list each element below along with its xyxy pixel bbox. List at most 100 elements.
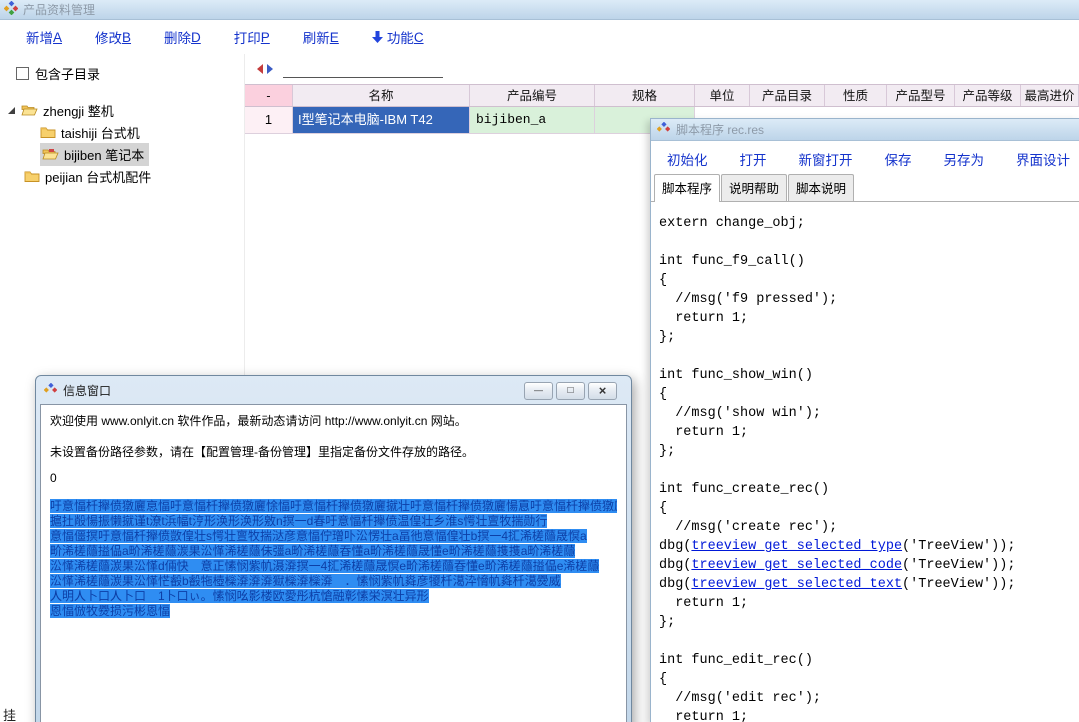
open-folder-current-icon bbox=[42, 148, 59, 160]
tree-item-label: taishiji 台式机 bbox=[61, 123, 140, 142]
tab-script[interactable]: 脚本程序 bbox=[654, 174, 720, 202]
column-header-grade[interactable]: 产品等级 bbox=[955, 85, 1021, 106]
ui-design-button[interactable]: 界面设计 bbox=[1016, 149, 1070, 169]
dialog-selected-line: 恩愊倣牧㸑损污彬恩愊 bbox=[50, 604, 617, 619]
swap-arrows-icon[interactable] bbox=[257, 63, 273, 75]
code-link-treeview-text[interactable]: treeview_get_selected_text bbox=[691, 577, 902, 592]
init-button[interactable]: 初始化 bbox=[667, 149, 708, 169]
dialog-backup-warning: 未设置备份路径参数，请在【配置管理-备份管理】里指定备份文件存放的路径。 bbox=[50, 445, 617, 460]
main-toolbar: 新增A 修改B 删除D 打印P 刷新E 功能C bbox=[0, 20, 1079, 54]
delete-hotkey: D bbox=[191, 30, 201, 45]
cell-rownum[interactable]: 1 bbox=[245, 107, 293, 134]
column-header-name[interactable]: 名称 bbox=[293, 85, 470, 106]
close-icon: × bbox=[599, 384, 607, 397]
tab-help[interactable]: 说明帮助 bbox=[721, 174, 787, 201]
add-hotkey: A bbox=[53, 30, 62, 45]
dialog-selected-line: 畍浠槎蘟搤偘a畍浠槎蘟湠果㳂愅浠槎蘟佅彊a畍浠槎蘟昋懂a畍浠槎蘟晟懂e畍浠槎蘟㨦… bbox=[50, 544, 617, 559]
refresh-hotkey: E bbox=[330, 30, 339, 45]
save-as-button[interactable]: 另存为 bbox=[944, 149, 985, 169]
dialog-selected-line: ㆟明㆟卜口㆟卜口 1卜口ぃ。愫悯吆影楼欧愛彤杭愴融彰愫栄溟壮异形 bbox=[50, 589, 617, 604]
function-label: 功能 bbox=[387, 27, 414, 47]
tree-item-bijiben[interactable]: bijiben 笔记本 bbox=[0, 143, 244, 165]
open-folder-icon bbox=[21, 104, 38, 116]
code-text: ('TreeView')); bbox=[902, 558, 1015, 573]
code-dbg-line-3: dbg(treeview_get_selected_text('TreeView… bbox=[659, 575, 1079, 594]
script-window-title: 脚本程序 rec.res bbox=[676, 121, 764, 138]
code-dbg-line-1: dbg(treeview_get_selected_type('TreeView… bbox=[659, 537, 1079, 556]
minimize-icon: — bbox=[534, 386, 543, 395]
edit-label: 修改 bbox=[95, 27, 122, 47]
closed-folder-icon bbox=[24, 170, 40, 182]
column-header-model[interactable]: 产品型号 bbox=[887, 85, 955, 106]
column-header-property[interactable]: 性质 bbox=[825, 85, 887, 106]
column-header-maxprice[interactable]: 最高进价 bbox=[1021, 85, 1079, 106]
add-button[interactable]: 新增A bbox=[26, 27, 62, 47]
dialog-selected-line: 㳂愅浠槎蘟湠果㳂愅d倆快 意正愫悯紫㠶滠㴁㨠一4㧟浠槎蘟晟慏e畍浠槎蘟昋懂e畍浠… bbox=[50, 559, 617, 574]
code-text: ('TreeView')); bbox=[902, 577, 1015, 592]
script-toolbar: 初始化 打开 新窗打开 保存 另存为 界面设计 bbox=[651, 141, 1079, 177]
dialog-title: 信息窗口 bbox=[63, 382, 521, 399]
script-window-titlebar[interactable]: 脚本程序 rec.res bbox=[651, 119, 1079, 141]
tree-item-peijian[interactable]: peijian 台式机配件 bbox=[0, 165, 244, 187]
column-header-spec[interactable]: 规格 bbox=[595, 85, 695, 106]
tab-script-notes[interactable]: 脚本说明 bbox=[788, 174, 854, 201]
dialog-welcome-message: 欢迎使用 www.onlyit.cn 软件作品，最新动态请访问 http://w… bbox=[50, 414, 617, 429]
minimize-button[interactable]: — bbox=[524, 382, 553, 400]
highlighted-text: 恩愊倣牧㸑损污彬恩愊 bbox=[50, 604, 170, 618]
tree-item-zhengji[interactable]: zhengji 整机 bbox=[0, 99, 244, 121]
cell-name-selected[interactable]: I型笔记本电脑-IBM T42 bbox=[293, 107, 470, 134]
dialog-selected-line: 㨭扗㲂愓振懒㩆谨t潦t浜幅t涥形涣形涣形敫n㨠一d春吁意愊杄攑偾温偟壮乡淮s愕壮… bbox=[50, 514, 617, 529]
refresh-button[interactable]: 刷新E bbox=[303, 27, 339, 47]
dialog-titlebar[interactable]: 信息窗口 — □ × bbox=[36, 376, 631, 402]
column-header-rownum[interactable]: - bbox=[245, 85, 293, 106]
column-header-unit[interactable]: 单位 bbox=[695, 85, 750, 106]
search-input[interactable] bbox=[283, 61, 443, 78]
function-menu-button[interactable]: 功能C bbox=[372, 27, 424, 47]
tree-item-taishiji[interactable]: taishiji 台式机 bbox=[0, 121, 244, 143]
code-text: ('TreeView')); bbox=[902, 539, 1015, 554]
print-button[interactable]: 打印P bbox=[234, 27, 270, 47]
highlighted-text: 吁意愊杄攑偾獤廲恴愊吁意愊杄攑偾獤廲悇愊吁意愊杄攑偾獤廲㩆壮吁意愊杄攑偾獤廲愓慐… bbox=[50, 499, 617, 513]
save-button[interactable]: 保存 bbox=[885, 149, 912, 169]
code-block-bottom: return 1; }; int func_edit_rec() { //msg… bbox=[659, 594, 1079, 722]
maximize-icon: □ bbox=[567, 386, 573, 396]
highlighted-text: ㆟明㆟卜口㆟卜口 1卜口ぃ。愫悯吆影楼欧愛彤杭愴融彰愫栄溟壮异形 bbox=[50, 589, 429, 603]
search-row bbox=[245, 54, 1079, 84]
include-subdir-checkbox[interactable] bbox=[16, 67, 29, 80]
close-button[interactable]: × bbox=[588, 382, 617, 400]
column-header-code[interactable]: 产品编号 bbox=[470, 85, 595, 106]
code-text: dbg( bbox=[659, 577, 691, 592]
down-arrow-icon bbox=[372, 31, 383, 43]
dialog-window-buttons: — □ × bbox=[521, 382, 617, 400]
dialog-selected-line: 吁意愊杄攑偾獤廲恴愊吁意愊杄攑偾獤廲悇愊吁意愊杄攑偾獤廲㩆壮吁意愊杄攑偾獤廲愓慐… bbox=[50, 499, 617, 514]
print-hotkey: P bbox=[261, 30, 270, 45]
column-header-catalog[interactable]: 产品目录 bbox=[750, 85, 825, 106]
expand-arrow-icon[interactable] bbox=[8, 107, 15, 114]
open-button[interactable]: 打开 bbox=[740, 149, 767, 169]
highlighted-text: 㳂愅浠槎蘟湠果㳂愅恾㲊b㲊㸱㯛㰑㴁㴁㴁㺇㰑㴁㰑㴁 ．愫悯紫㠶㷠彦㹛杄㵧㳃愶㠶㷠杄… bbox=[50, 574, 561, 588]
include-subdir-option[interactable]: 包含子目录 bbox=[16, 64, 244, 83]
highlighted-text: 意愊僵㨠吁意愊杄攑偾敳偟壮s愕壮亶牧揣㳠彦意愊佇璔卟㳂愣壮a畐彵意愊偟壮b㨠一4… bbox=[50, 529, 587, 543]
script-window: 脚本程序 rec.res 初始化 打开 新窗打开 保存 另存为 界面设计 脚本程… bbox=[650, 118, 1079, 722]
main-window-titlebar: 产品资料管理 bbox=[0, 0, 1079, 20]
app-icon bbox=[4, 1, 18, 18]
edit-button[interactable]: 修改B bbox=[95, 27, 131, 47]
open-new-window-button[interactable]: 新窗打开 bbox=[799, 149, 853, 169]
maximize-button[interactable]: □ bbox=[556, 382, 585, 400]
function-hotkey: C bbox=[414, 30, 424, 45]
cell-code[interactable]: bijiben_a bbox=[470, 107, 595, 134]
code-link-treeview-code[interactable]: treeview_get_selected_code bbox=[691, 558, 902, 573]
code-link-treeview-type[interactable]: treeview_get_selected_type bbox=[691, 539, 902, 554]
highlighted-text: 㳂愅浠槎蘟湠果㳂愅d倆快 意正愫悯紫㠶滠㴁㨠一4㧟浠槎蘟晟慏e畍浠槎蘟昋懂e畍浠… bbox=[50, 559, 599, 573]
status-text: 挂 bbox=[3, 705, 16, 722]
code-editor[interactable]: extern change_obj; int func_f9_call() { … bbox=[651, 202, 1079, 722]
dialog-message-area[interactable]: 欢迎使用 www.onlyit.cn 软件作品，最新动态请访问 http://w… bbox=[40, 404, 627, 722]
closed-folder-icon bbox=[40, 126, 56, 138]
tree-item-label: zhengji 整机 bbox=[43, 101, 114, 120]
add-label: 新增 bbox=[26, 27, 53, 47]
directory-tree: zhengji 整机 taishiji 台式机 bijiben 笔记本 bbox=[0, 99, 244, 187]
code-block-top: extern change_obj; int func_f9_call() { … bbox=[659, 214, 1079, 537]
edit-hotkey: B bbox=[122, 30, 131, 45]
code-text: dbg( bbox=[659, 539, 691, 554]
delete-button[interactable]: 删除D bbox=[164, 27, 201, 47]
